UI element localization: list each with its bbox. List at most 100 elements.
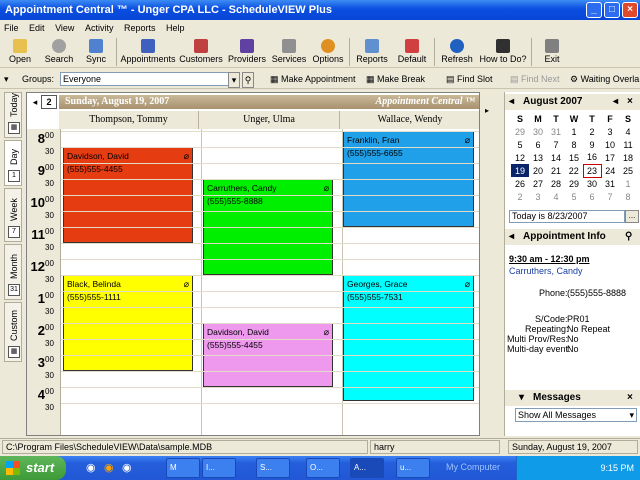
- provider-header[interactable]: Thompson, Tommy: [59, 111, 199, 129]
- menu-edit[interactable]: Edit: [29, 20, 45, 36]
- dropdown-arrow-icon[interactable]: ▾: [228, 72, 240, 88]
- tab-custom[interactable]: Custom ▦: [4, 302, 22, 362]
- minimize-button[interactable]: _: [586, 2, 602, 18]
- tab-day[interactable]: Day 1: [4, 140, 22, 186]
- taskbar-item[interactable]: A...: [350, 458, 384, 478]
- calendar-day[interactable]: 17: [601, 151, 619, 164]
- open-button[interactable]: Open: [0, 36, 40, 68]
- calendar-day[interactable]: 23: [582, 163, 602, 178]
- start-button[interactable]: start: [0, 456, 66, 480]
- calendar-day[interactable]: 10: [601, 138, 619, 151]
- search-icon[interactable]: ⚲: [625, 229, 632, 245]
- taskbar-item[interactable]: O...: [306, 458, 340, 478]
- calendar-day[interactable]: 12: [511, 151, 529, 164]
- calendar-day[interactable]: 7: [547, 138, 565, 151]
- chevron-left-icon[interactable]: ◂: [613, 94, 618, 110]
- search-icon[interactable]: ⚲: [242, 72, 254, 88]
- make-appointment-button[interactable]: ▦ Make Appointment: [270, 70, 356, 89]
- calendar-day[interactable]: 1: [565, 125, 583, 138]
- calendar-day[interactable]: 5: [511, 138, 529, 151]
- calendar-day[interactable]: 18: [619, 151, 637, 164]
- chevron-down-icon[interactable]: ▾: [4, 70, 9, 89]
- customers-button[interactable]: Customers: [177, 36, 225, 68]
- calendar-day[interactable]: 25: [619, 164, 637, 177]
- taskbar-item[interactable]: M: [166, 458, 200, 478]
- today-field[interactable]: Today is 8/23/2007: [509, 210, 625, 223]
- close-icon[interactable]: ×: [627, 94, 633, 110]
- calendar-day[interactable]: 27: [529, 177, 547, 190]
- calendar-day[interactable]: 3: [529, 190, 547, 203]
- calendar-day[interactable]: 30: [583, 177, 601, 190]
- day-count-icon[interactable]: 2: [41, 95, 57, 109]
- messages-filter-select[interactable]: Show All Messages ▾: [515, 408, 637, 422]
- menu-reports[interactable]: Reports: [124, 20, 156, 36]
- chevron-down-icon[interactable]: ◂: [509, 94, 514, 110]
- calendar-day[interactable]: 8: [565, 138, 583, 151]
- calendar-day[interactable]: 29: [511, 125, 529, 138]
- tab-month[interactable]: Month 31: [4, 244, 22, 300]
- calendar-day[interactable]: 7: [601, 190, 619, 203]
- calendar-day[interactable]: 9: [583, 138, 601, 151]
- calendar-day[interactable]: 6: [529, 138, 547, 151]
- calendar-day[interactable]: 21: [547, 164, 565, 177]
- menu-activity[interactable]: Activity: [85, 20, 114, 36]
- providers-button[interactable]: Providers: [225, 36, 269, 68]
- quicklaunch-icon[interactable]: ◉: [86, 461, 96, 474]
- tab-today[interactable]: Today ▦: [4, 92, 22, 138]
- calendar-day[interactable]: 13: [529, 151, 547, 164]
- my-computer-label[interactable]: My Computer: [446, 462, 500, 472]
- sync-button[interactable]: Sync: [78, 36, 114, 68]
- taskbar-item[interactable]: S...: [256, 458, 290, 478]
- groups-select[interactable]: Everyone: [60, 72, 240, 86]
- calendar-day[interactable]: 1: [619, 177, 637, 190]
- chevron-left-icon[interactable]: ◂: [509, 229, 514, 245]
- calendar-day[interactable]: 11: [619, 138, 637, 151]
- calendar-day[interactable]: 30: [529, 125, 547, 138]
- calendar-day[interactable]: 2: [583, 125, 601, 138]
- calendar-day[interactable]: 4: [547, 190, 565, 203]
- prev-day-arrow-icon[interactable]: ◂: [29, 95, 41, 109]
- appointment-customer[interactable]: Carruthers, Candy: [509, 266, 583, 276]
- services-button[interactable]: Services: [269, 36, 309, 68]
- calendar-day[interactable]: 15: [565, 151, 583, 164]
- default-button[interactable]: Default: [392, 36, 432, 68]
- quicklaunch-icon[interactable]: ◉: [122, 461, 132, 474]
- calendar-day[interactable]: 8: [619, 190, 637, 203]
- taskbar-item[interactable]: u...: [396, 458, 430, 478]
- calendar-day[interactable]: 31: [601, 177, 619, 190]
- menu-file[interactable]: File: [4, 20, 19, 36]
- appointments-button[interactable]: Appointments: [119, 36, 177, 68]
- close-button[interactable]: ×: [622, 2, 638, 18]
- waiting-overlay-button[interactable]: ⚙ Waiting Overla: [570, 70, 639, 89]
- menu-view[interactable]: View: [55, 20, 74, 36]
- calendar-day[interactable]: 3: [601, 125, 619, 138]
- calendar-day[interactable]: 16: [583, 151, 601, 164]
- calendar-day[interactable]: 26: [511, 177, 529, 190]
- taskbar-item[interactable]: I...: [202, 458, 236, 478]
- chevron-down-icon[interactable]: ▾: [519, 390, 524, 406]
- calendar-day[interactable]: 31: [547, 125, 565, 138]
- search-button[interactable]: Search: [40, 36, 78, 68]
- tab-week[interactable]: Week 7: [4, 188, 22, 242]
- options-button[interactable]: Options: [309, 36, 347, 68]
- calendar-day[interactable]: 4: [619, 125, 637, 138]
- browser-icon[interactable]: ◉: [104, 461, 114, 474]
- calendar-day[interactable]: 28: [547, 177, 565, 190]
- menu-help[interactable]: Help: [166, 20, 185, 36]
- calendar-day[interactable]: 19: [511, 164, 529, 177]
- exit-button[interactable]: Exit: [534, 36, 570, 68]
- refresh-button[interactable]: Refresh: [437, 36, 477, 68]
- calendar-day[interactable]: 5: [565, 190, 583, 203]
- calendar-day[interactable]: 29: [565, 177, 583, 190]
- calendar-day[interactable]: 2: [511, 190, 529, 203]
- provider-header[interactable]: Unger, Ulma: [199, 111, 340, 129]
- calendar-day[interactable]: 20: [529, 164, 547, 177]
- find-next-button[interactable]: ▤ Find Next: [510, 70, 560, 89]
- calendar-day[interactable]: 24: [601, 164, 619, 177]
- how-to-do-button[interactable]: How to Do?: [477, 36, 529, 68]
- make-break-button[interactable]: ▦ Make Break: [366, 70, 425, 89]
- provider-header[interactable]: Wallace, Wendy: [340, 111, 479, 129]
- calendar-day[interactable]: 6: [583, 190, 601, 203]
- find-slot-button[interactable]: ▤ Find Slot: [446, 70, 493, 89]
- chevron-right-icon[interactable]: ▸: [485, 106, 489, 115]
